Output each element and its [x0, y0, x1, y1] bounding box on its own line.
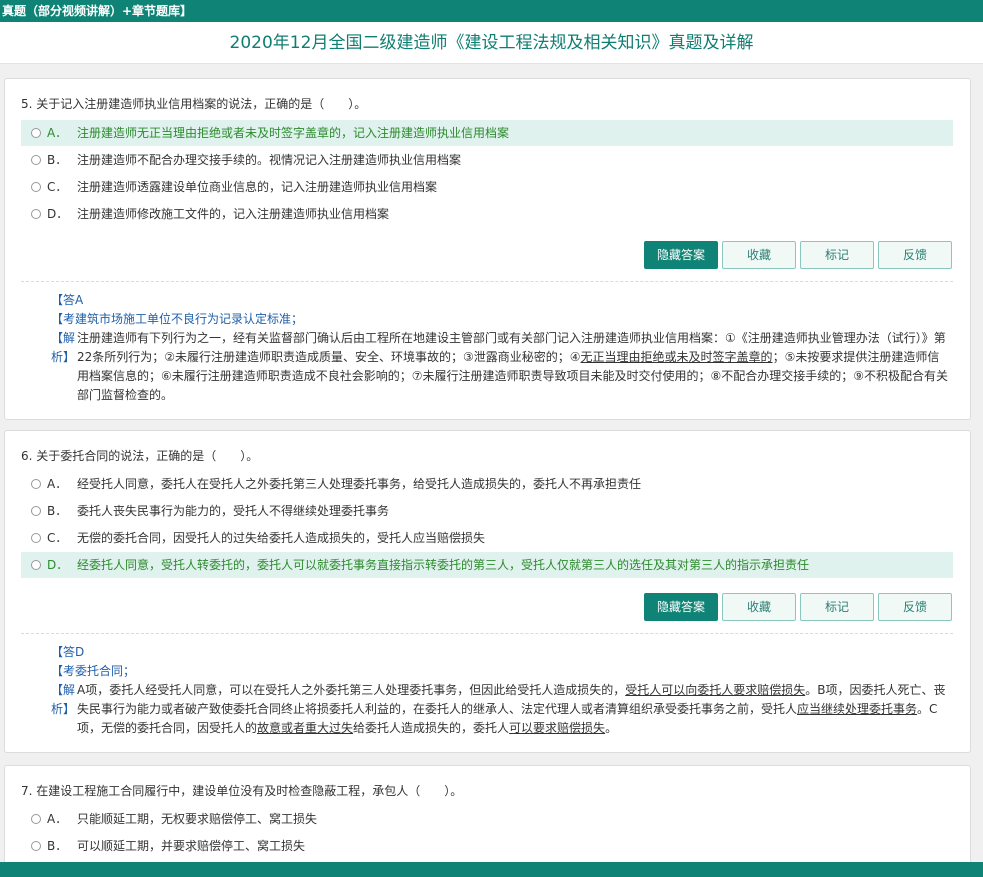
page-title: 2020年12月全国二级建造师《建设工程法规及相关知识》真题及详解: [229, 33, 754, 53]
question-card-7: 7. 在建设工程施工合同履行中，建设单位没有及时检查隐蔽工程，承包人（ ）。 A…: [4, 765, 971, 862]
question-card-6: 6. 关于委托合同的说法，正确的是（ ）。 A． 经受托人同意，委托人在受托人之外…: [4, 430, 971, 753]
question-stem: 5. 关于记入注册建造师执业信用档案的说法，正确的是（ ）。: [21, 97, 367, 111]
option-c[interactable]: C． 无偿的委托合同，因受托人的过失给委托人造成损失的，受托人应当赔偿损失: [21, 525, 953, 551]
option-d[interactable]: D． 注册建造师修改施工文件的，记入注册建造师执业信用档案: [21, 201, 953, 227]
mark-button[interactable]: 标记: [800, 241, 874, 269]
explanation-text: 【解 析】 A项，委托人经受托人同意，可以在受托人之外委托第三人处理委托事务，但因…: [51, 683, 946, 735]
answer-label: 【答A: [51, 293, 84, 307]
question-list[interactable]: 5. 关于记入注册建造师执业信用档案的说法，正确的是（ ）。 A． 注册建造师无正…: [0, 64, 983, 862]
collect-button[interactable]: 收藏: [722, 241, 796, 269]
radio-icon[interactable]: [31, 813, 41, 824]
option-b[interactable]: B． 委托人丧失民事行为能力的，受托人不得继续处理委托事务: [21, 498, 953, 524]
answer-explanation: 【答A 【考建筑市场施工单位不良行为记录认定标准； 【解 析】 注册建造师有下列行…: [51, 291, 949, 405]
radio-icon[interactable]: [31, 532, 41, 543]
radio-icon[interactable]: [31, 181, 41, 192]
divider: [21, 633, 953, 634]
action-buttons: 隐藏答案 收藏 标记 反馈: [640, 593, 952, 621]
radio-icon[interactable]: [31, 505, 41, 516]
option-a[interactable]: A． 只能顺延工期，无权要求赔偿停工、窝工损失: [21, 806, 953, 832]
top-bar-title: 真题（部分视频讲解）+章节题库】: [2, 4, 193, 18]
explanation-text: 【解 析】 注册建造师有下列行为之一，经有关监督部门确认后由工程所在地建设主管部门…: [51, 331, 949, 402]
divider: [21, 281, 953, 282]
page-title-bar: 2020年12月全国二级建造师《建设工程法规及相关知识》真题及详解: [0, 22, 983, 64]
radio-icon[interactable]: [31, 208, 41, 219]
mark-button[interactable]: 标记: [800, 593, 874, 621]
answer-explanation: 【答D 【考委托合同； 【解 析】 A项，委托人经受托人同意，可以在受托人之外委托…: [51, 643, 949, 738]
radio-icon[interactable]: [31, 154, 41, 165]
feedback-button[interactable]: 反馈: [878, 593, 952, 621]
question-card-5: 5. 关于记入注册建造师执业信用档案的说法，正确的是（ ）。 A． 注册建造师无正…: [4, 78, 971, 420]
option-b[interactable]: B． 注册建造师不配合办理交接手续的。视情况记入注册建造师执业信用档案: [21, 147, 953, 173]
option-d[interactable]: D． 经委托人同意，受托人转委托的，委托人可以就委托事务直接指示转委托的第三人，受…: [21, 552, 953, 578]
feedback-button[interactable]: 反馈: [878, 241, 952, 269]
radio-icon[interactable]: [31, 559, 41, 570]
top-bar: 真题（部分视频讲解）+章节题库】: [0, 0, 983, 22]
knowledge-point: 【考委托合同；: [51, 664, 136, 678]
option-a[interactable]: A． 注册建造师无正当理由拒绝或者未及时签字盖章的，记入注册建造师执业信用档案: [21, 120, 953, 146]
bottom-bar: [0, 862, 983, 877]
collect-button[interactable]: 收藏: [722, 593, 796, 621]
question-stem: 7. 在建设工程施工合同履行中，建设单位没有及时检查隐蔽工程，承包人（ ）。: [21, 784, 463, 798]
hide-answer-button[interactable]: 隐藏答案: [644, 593, 718, 621]
question-stem: 6. 关于委托合同的说法，正确的是（ ）。: [21, 449, 259, 463]
option-b[interactable]: B． 可以顺延工期，并要求赔偿停工、窝工损失: [21, 833, 953, 859]
action-buttons: 隐藏答案 收藏 标记 反馈: [640, 241, 952, 269]
radio-icon[interactable]: [31, 478, 41, 489]
option-c[interactable]: C． 注册建造师透露建设单位商业信息的，记入注册建造师执业信用档案: [21, 174, 953, 200]
radio-icon[interactable]: [31, 840, 41, 851]
option-a[interactable]: A． 经受托人同意，委托人在受托人之外委托第三人处理委托事务，给受托人造成损失的，…: [21, 471, 953, 497]
hide-answer-button[interactable]: 隐藏答案: [644, 241, 718, 269]
knowledge-point: 【考建筑市场施工单位不良行为记录认定标准；: [51, 312, 304, 326]
answer-label: 【答D: [51, 645, 85, 659]
radio-icon[interactable]: [31, 127, 41, 138]
